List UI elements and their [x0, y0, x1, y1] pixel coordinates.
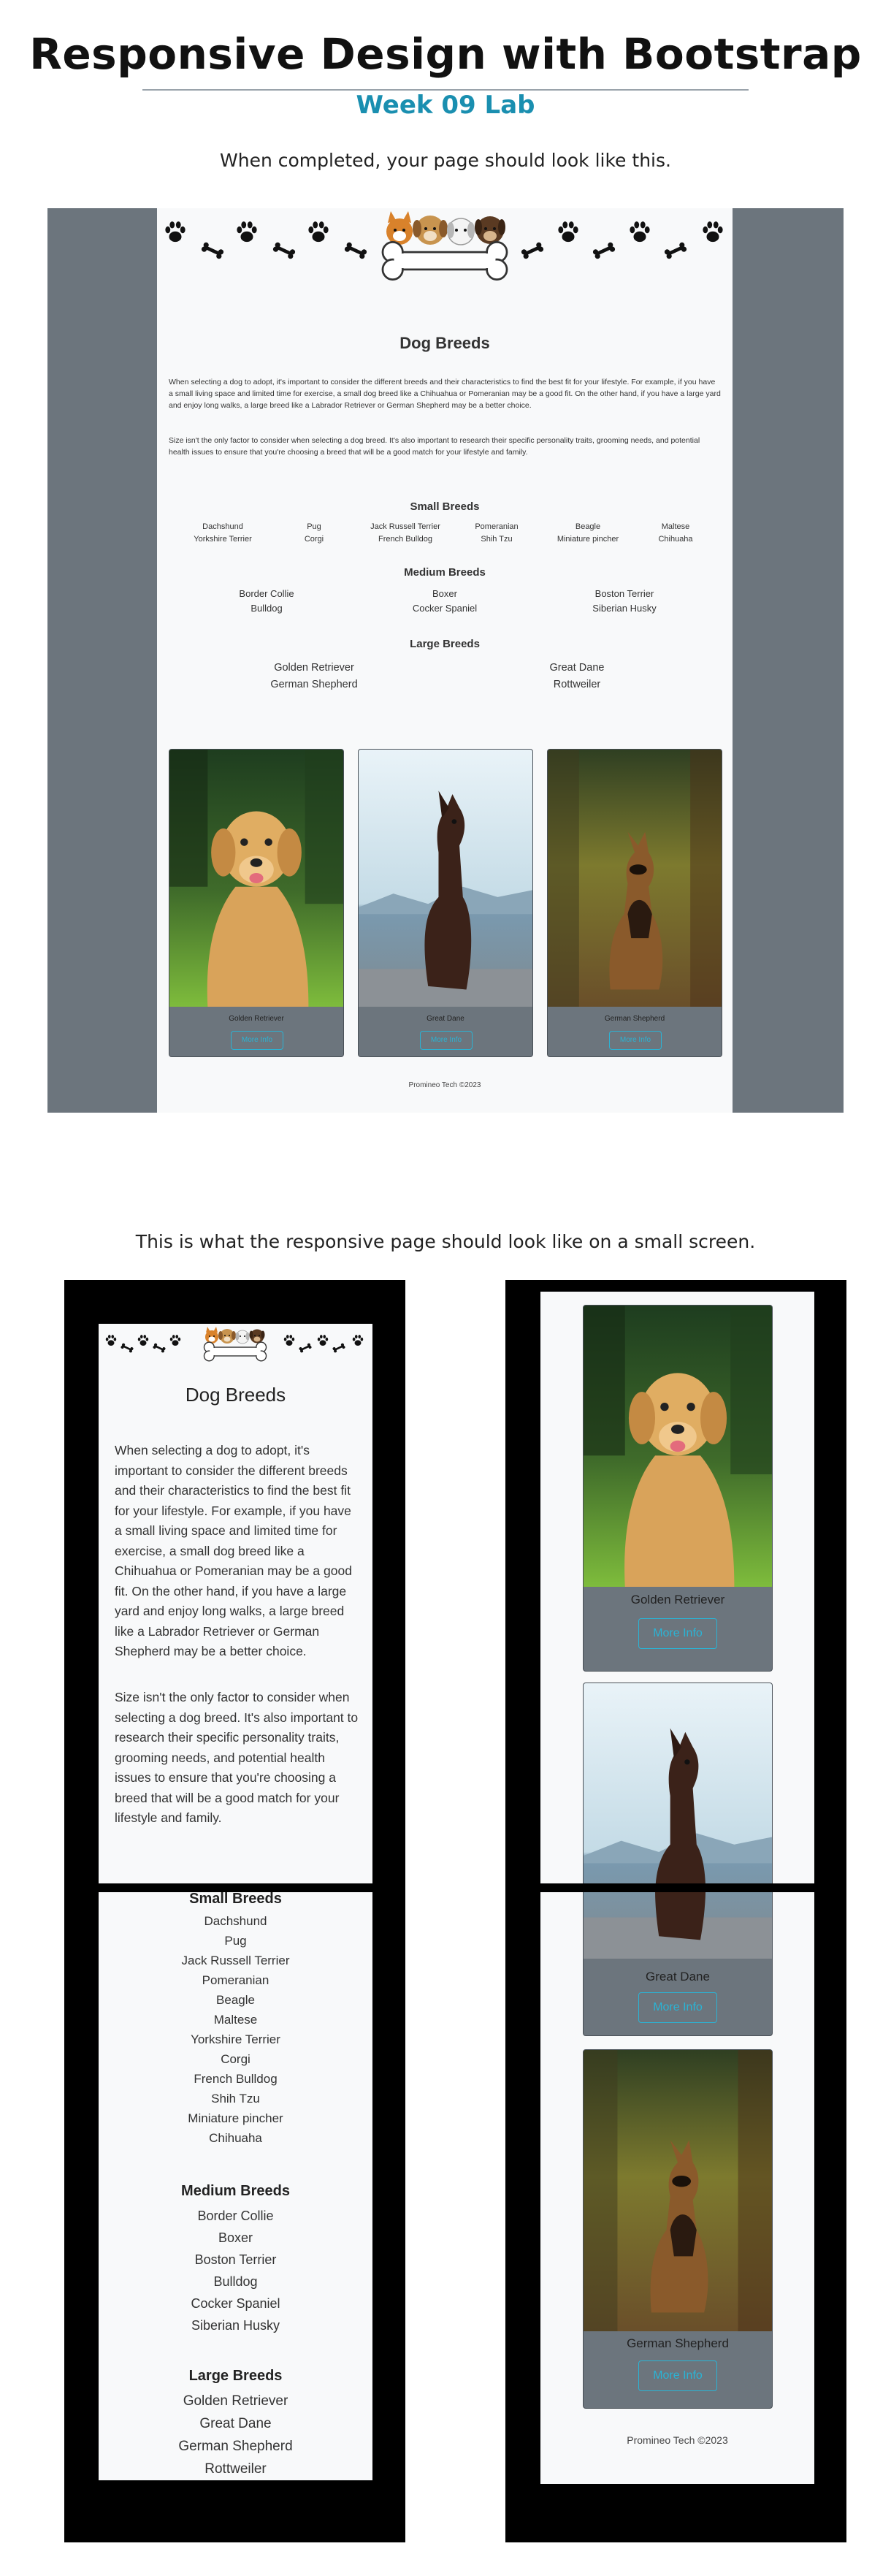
german-shepherd-photo [548, 750, 722, 1007]
more-info-button[interactable]: More Info [638, 1992, 717, 2023]
large-breeds-heading: Large Breeds [410, 638, 480, 650]
mobile-screenshot-cards-top: Golden Retriever More Info [540, 1292, 814, 1883]
intro-paragraph-2: Size isn't the only factor to consider w… [169, 436, 700, 457]
small-breeds-column: Beagle Miniature pincher [557, 522, 619, 544]
medium-breeds-heading: Medium Breeds [181, 2183, 290, 2199]
small-breeds-heading: Small Breeds [189, 1892, 282, 1907]
more-info-button[interactable]: More Info [231, 1031, 283, 1050]
golden-retriever-photo [169, 750, 343, 1007]
german-shepherd-photo [584, 2050, 772, 2331]
dog-card-great-dane: Great Dane More Info [358, 749, 533, 1057]
large-breeds-heading: Large Breeds [188, 2368, 283, 2384]
more-info-button[interactable]: More Info [638, 2360, 717, 2391]
small-breeds-column: Pug Corgi [304, 522, 324, 544]
large-breeds-column: Great Dane Rottweiler [549, 662, 605, 690]
mobile-screenshot-top: Dog Breeds When selecting a dog to adopt… [99, 1324, 372, 1883]
footer: Promineo Tech ©2023 [408, 1081, 481, 1089]
card-title: Great Dane [646, 1970, 710, 1984]
large-breeds-list: Golden Retriever Great Dane German Shepher… [178, 2393, 293, 2477]
dog-card-german-shepherd: German Shepherd More Info [547, 749, 722, 1057]
dog-card-great-dane-partial [583, 1683, 773, 1883]
more-info-button[interactable]: More Info [609, 1031, 662, 1050]
small-breeds-heading: Small Breeds [410, 500, 480, 513]
more-info-button[interactable]: More Info [638, 1618, 717, 1649]
intro-paragraph-1: When selecting a dog to adopt, it's impo… [115, 1443, 352, 1658]
desktop-preview-page: Dog Breeds When selecting a dog to adopt… [157, 208, 733, 1113]
small-screen-caption: This is what the responsive page should … [135, 1231, 756, 1252]
intro-caption: When completed, your page should look li… [220, 150, 671, 171]
paw-banner-graphic [105, 1326, 364, 1362]
mobile-screenshot-bottom: Small Breeds Dachshund Pug Jack Russell Te… [99, 1892, 372, 2480]
medium-breeds-heading: Medium Breeds [404, 566, 486, 579]
great-dane-photo [584, 1683, 772, 1883]
paw-banner-graphic [165, 210, 723, 281]
dog-card-golden-retriever: Golden Retriever More Info [583, 1305, 773, 1672]
dog-card-golden-retriever: Golden Retriever More Info [169, 749, 344, 1057]
small-breeds-list: Dachshund Pug Jack Russell Terrier Pomerani… [181, 1914, 290, 2145]
dog-card-great-dane: Great Dane More Info [583, 1892, 773, 2036]
mobile-screenshot-cards-bottom: Great Dane More Info German Shepherd Mor… [540, 1892, 814, 2484]
medium-breeds-column: Boston Terrier Siberian Husky [592, 588, 657, 614]
great-dane-photo [359, 750, 532, 1007]
golden-retriever-photo [584, 1306, 772, 1587]
intro-paragraph-1: When selecting a dog to adopt, it's impo… [169, 378, 721, 410]
card-title: German Shepherd [627, 2336, 729, 2350]
paw-banner [157, 208, 733, 289]
footer: Promineo Tech ©2023 [627, 2434, 728, 2446]
large-breeds-column: Golden Retriever German Shepherd [270, 662, 358, 690]
great-dane-photo-bottom [584, 1892, 772, 1959]
dog-breeds-heading: Dog Breeds [185, 1384, 286, 1406]
medium-breeds-list: Border Collie Boxer Boston Terrier Bulldog C… [191, 2209, 280, 2333]
more-info-button[interactable]: More Info [420, 1031, 473, 1050]
small-breeds-column: Dachshund Yorkshire Terrier [194, 522, 252, 544]
page-title: Responsive Design with Bootstrap [29, 29, 862, 79]
dog-card-german-shepherd: German Shepherd More Info [583, 2049, 773, 2409]
page-subtitle: Week 09 Lab [356, 91, 535, 120]
card-title: German Shepherd [604, 1015, 665, 1023]
card-title: Great Dane [427, 1015, 464, 1023]
medium-breeds-column: Boxer Cocker Spaniel [412, 588, 478, 614]
medium-breeds-column: Border Collie Bulldog [239, 588, 294, 614]
dog-breeds-heading: Dog Breeds [399, 334, 490, 352]
small-breeds-column: Pomeranian Shih Tzu [475, 522, 519, 544]
small-breeds-column: Jack Russell Terrier French Bulldog [370, 522, 440, 544]
card-title: Golden Retriever [630, 1593, 725, 1607]
card-title: Golden Retriever [229, 1015, 284, 1023]
intro-paragraph-2: Size isn't the only factor to consider w… [115, 1690, 359, 1825]
small-breeds-column: Maltese Chihuaha [658, 522, 693, 544]
